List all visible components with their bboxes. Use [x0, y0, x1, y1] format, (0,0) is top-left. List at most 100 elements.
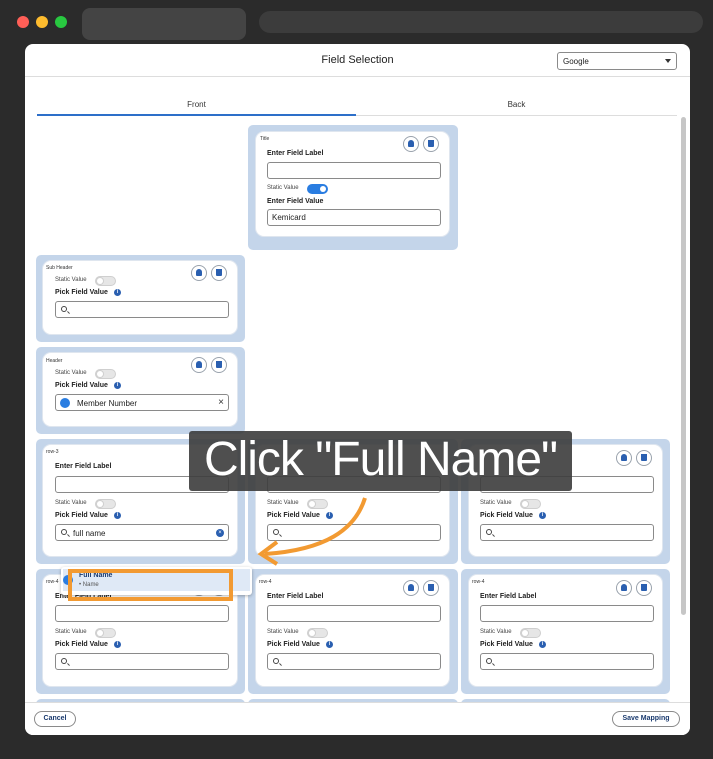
delete-icon[interactable]	[636, 450, 652, 466]
bell-icon[interactable]	[191, 265, 207, 281]
info-icon[interactable]: i	[114, 641, 121, 648]
maximize-window-icon[interactable]	[55, 16, 67, 28]
field-label-input[interactable]	[267, 162, 441, 179]
info-icon[interactable]: i	[539, 512, 546, 519]
clear-icon[interactable]: ×	[218, 397, 224, 408]
pick-field-selected[interactable]: Member Number ×	[55, 394, 229, 411]
field-selection-modal: Field Selection Google Front Back Title …	[25, 44, 690, 735]
bell-icon[interactable]	[403, 136, 419, 152]
bell-icon[interactable]	[191, 357, 207, 373]
tab-front[interactable]: Front	[37, 96, 356, 116]
static-value-toggle[interactable]	[307, 628, 328, 638]
static-value-label: Static Value	[480, 500, 512, 506]
field-label-input[interactable]	[55, 605, 229, 622]
pick-field-search[interactable]	[267, 653, 441, 670]
static-value-label: Static Value	[267, 185, 299, 191]
info-icon[interactable]: i	[326, 641, 333, 648]
search-icon	[61, 658, 67, 664]
search-icon	[61, 306, 67, 312]
pick-field-label: Pick Field Value	[55, 382, 108, 389]
static-value-label: Static Value	[55, 629, 87, 635]
static-value-toggle[interactable]	[520, 499, 541, 509]
title-tile: Title Enter Field Label Static Value Ent…	[248, 125, 458, 250]
search-icon	[486, 529, 492, 535]
bell-icon[interactable]	[616, 580, 632, 596]
field-label-heading: Enter Field Label	[267, 150, 324, 157]
pick-field-label: Pick Field Value	[55, 512, 108, 519]
pick-field-label: Pick Field Value	[480, 641, 533, 648]
browser-tab[interactable]	[82, 8, 246, 40]
delete-icon[interactable]	[636, 580, 652, 596]
static-value-toggle[interactable]	[95, 628, 116, 638]
row4-tile-2: row-4 Enter Field Label Static Value Pic…	[248, 569, 458, 694]
field-label-heading: Enter Field Label	[267, 593, 324, 600]
slot-label: row-4	[46, 579, 59, 585]
modal-header: Field Selection Google	[25, 44, 690, 77]
field-label-input[interactable]	[480, 605, 654, 622]
pick-field-label: Pick Field Value	[55, 289, 108, 296]
instruction-overlay: Click "Full Name"	[189, 431, 572, 491]
subheader-card: Sub Header Static Value Pick Field Value…	[43, 261, 237, 334]
header-tile: Header Static Value Pick Field Value i M…	[36, 347, 245, 434]
pick-field-search[interactable]	[480, 524, 654, 541]
slot-label: row-4	[259, 579, 272, 585]
slot-label: Title	[260, 136, 270, 142]
info-icon[interactable]: i	[114, 289, 121, 296]
search-query: full name	[73, 529, 106, 538]
provider-select[interactable]: Google	[557, 52, 677, 70]
static-value-toggle[interactable]	[95, 499, 116, 509]
bell-icon[interactable]	[616, 450, 632, 466]
address-bar[interactable]	[259, 11, 703, 33]
clear-icon[interactable]: ×	[216, 529, 224, 537]
cancel-button[interactable]: Cancel	[34, 711, 76, 727]
pick-field-search[interactable]	[55, 301, 229, 318]
title-card: Title Enter Field Label Static Value Ent…	[256, 132, 449, 236]
pick-field-label: Pick Field Value	[55, 641, 108, 648]
window-titlebar	[0, 0, 713, 44]
chevron-down-icon	[665, 59, 671, 63]
search-icon	[273, 658, 279, 664]
static-value-toggle[interactable]	[520, 628, 541, 638]
pointer-arrow	[257, 497, 367, 566]
slot-label: Sub Header	[46, 265, 73, 271]
vertical-scrollbar[interactable]	[681, 117, 686, 615]
save-mapping-button[interactable]: Save Mapping	[612, 711, 680, 727]
mapping-canvas: Front Back Title Enter Field Label Stati…	[25, 77, 690, 702]
info-icon[interactable]: i	[539, 641, 546, 648]
static-value-label: Static Value	[267, 629, 299, 635]
field-type-icon	[60, 398, 70, 408]
info-icon[interactable]: i	[114, 512, 121, 519]
search-icon	[61, 529, 67, 535]
delete-icon[interactable]	[211, 265, 227, 281]
close-window-icon[interactable]	[17, 16, 29, 28]
info-icon[interactable]: i	[114, 382, 121, 389]
pick-field-search[interactable]: full name ×	[55, 524, 229, 541]
static-value-toggle[interactable]	[95, 276, 116, 286]
static-value-toggle[interactable]	[307, 184, 328, 194]
static-value-label: Static Value	[55, 370, 87, 376]
side-tabs: Front Back	[37, 96, 677, 116]
pick-field-search[interactable]	[55, 653, 229, 670]
modal-footer: Cancel Save Mapping	[25, 702, 690, 735]
tab-back[interactable]: Back	[356, 96, 677, 116]
delete-icon[interactable]	[423, 136, 439, 152]
delete-icon[interactable]	[211, 357, 227, 373]
static-value-label: Static Value	[55, 500, 87, 506]
pick-field-label: Pick Field Value	[267, 641, 320, 648]
field-value-input[interactable]: Kemicard	[267, 209, 441, 226]
minimize-window-icon[interactable]	[36, 16, 48, 28]
static-value-label: Static Value	[480, 629, 512, 635]
delete-icon[interactable]	[423, 580, 439, 596]
bell-icon[interactable]	[403, 580, 419, 596]
field-label-heading: Enter Field Label	[55, 463, 112, 470]
field-label-input[interactable]	[267, 605, 441, 622]
header-card: Header Static Value Pick Field Value i M…	[43, 353, 237, 426]
highlight-box	[68, 569, 233, 601]
selected-field-value: Member Number	[77, 399, 138, 408]
row4-tile-3: row-4 Enter Field Label Static Value Pic…	[461, 569, 670, 694]
static-value-toggle[interactable]	[95, 369, 116, 379]
pick-field-search[interactable]	[480, 653, 654, 670]
subheader-tile: Sub Header Static Value Pick Field Value…	[36, 255, 245, 342]
row4-card-3: row-4 Enter Field Label Static Value Pic…	[469, 575, 662, 686]
static-value-label: Static Value	[55, 277, 87, 283]
